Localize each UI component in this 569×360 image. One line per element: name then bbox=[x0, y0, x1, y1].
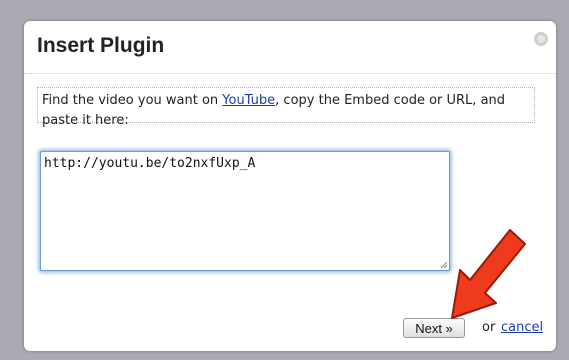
instructions-before: Find the video you want on bbox=[42, 93, 223, 108]
youtube-link[interactable]: YouTube bbox=[222, 93, 275, 108]
next-button[interactable]: Next » bbox=[403, 318, 465, 338]
dialog-title: Insert Plugin bbox=[37, 34, 165, 57]
resize-grip-icon[interactable] bbox=[440, 261, 448, 269]
cancel-link[interactable]: cancel bbox=[501, 320, 543, 335]
embed-code-input[interactable]: http://youtu.be/to2nxfUxp_A bbox=[40, 151, 450, 271]
title-divider bbox=[24, 73, 556, 74]
or-label: or bbox=[482, 320, 496, 335]
insert-plugin-dialog: Insert Plugin Find the video you want on… bbox=[24, 21, 556, 351]
instructions-text: Find the video you want on YouTube, copy… bbox=[37, 87, 535, 128]
close-icon[interactable] bbox=[534, 32, 548, 46]
